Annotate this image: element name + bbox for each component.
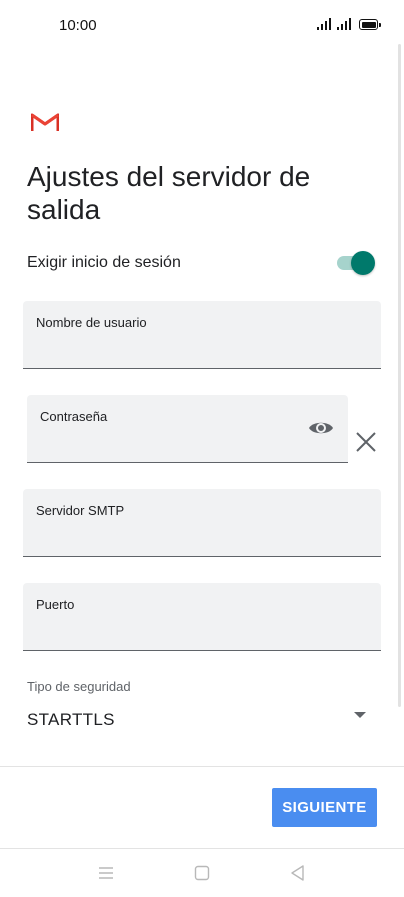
eye-icon[interactable] [308, 418, 334, 438]
next-button[interactable]: SIGUIENTE [272, 788, 377, 827]
scrollbar[interactable] [398, 44, 401, 707]
navigation-bar [0, 849, 404, 897]
status-time: 10:00 [59, 17, 97, 34]
menu-icon[interactable] [96, 863, 116, 883]
security-type-dropdown[interactable]: STARTTLS [27, 707, 371, 735]
security-type-label: Tipo de seguridad [27, 679, 131, 694]
toggle-thumb [351, 251, 375, 275]
page-title: Ajustes del servidor de salida [27, 161, 311, 225]
require-login-label: Exigir inicio de sesión [27, 254, 181, 271]
password-field[interactable]: Contraseña [27, 395, 348, 463]
smtp-server-field[interactable]: Servidor SMTP [23, 489, 381, 557]
dropdown-arrow-icon [354, 712, 366, 718]
port-field[interactable]: Puerto [23, 583, 381, 651]
back-icon[interactable] [288, 863, 308, 883]
username-field[interactable]: Nombre de usuario [23, 301, 381, 369]
screen: 10:00 Ajustes del servidor de salida Exi… [0, 0, 404, 897]
signal-icon [337, 18, 351, 30]
port-label: Puerto [36, 597, 75, 612]
security-type-value: STARTTLS [27, 710, 115, 729]
status-bar: 10:00 [0, 0, 404, 52]
status-icons [317, 18, 381, 30]
battery-icon [359, 19, 381, 30]
signal-icon [317, 18, 331, 30]
home-icon[interactable] [192, 863, 212, 883]
gmail-logo [31, 113, 59, 131]
require-login-row: Exigir inicio de sesión [27, 248, 377, 278]
close-icon[interactable] [354, 430, 378, 454]
divider [0, 766, 404, 767]
username-label: Nombre de usuario [36, 315, 147, 330]
require-login-toggle[interactable] [337, 250, 375, 276]
smtp-server-label: Servidor SMTP [36, 503, 125, 518]
password-label: Contraseña [40, 409, 108, 424]
